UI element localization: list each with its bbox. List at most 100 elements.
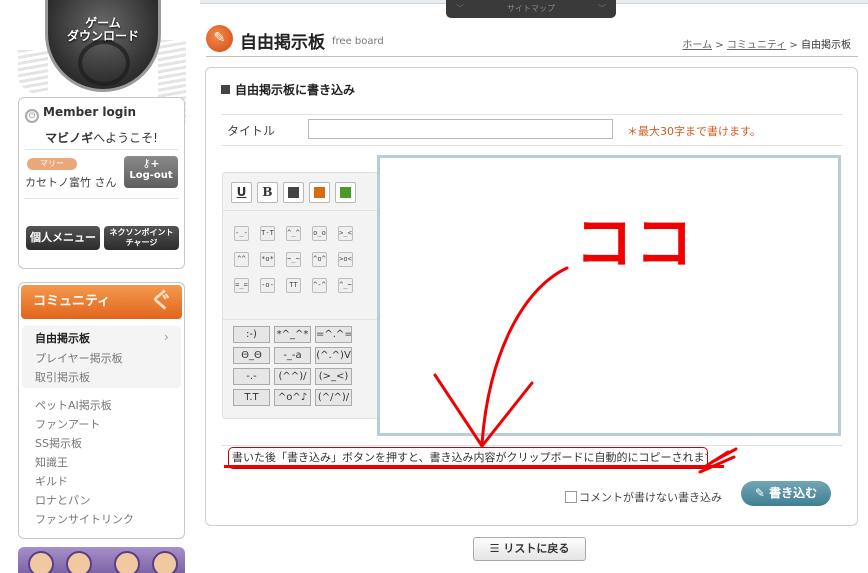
kaomoji-button[interactable]: (>_<) [315,368,352,385]
knot-emblem-icon [78,40,130,86]
nav-knowledge-king[interactable]: 知識王 [35,454,68,470]
kaomoji-button[interactable]: -_-a [274,347,311,364]
divider [221,114,843,115]
title-input[interactable] [308,119,613,139]
community-header[interactable]: コミュニティ ぐ [21,285,182,319]
game-download-button[interactable]: ゲーム ダウンロード [45,0,161,92]
no-comment-label: コメントが書けない書き込み [579,491,722,504]
bold-button[interactable]: B [257,182,278,203]
breadcrumb-current: 自由掲示板 [801,40,851,51]
nav-guild[interactable]: ギルド [35,473,68,489]
game-download-label: ゲーム ダウンロード [66,16,139,43]
community-deco-icon: ぐ [149,289,172,314]
breadcrumb-home[interactable]: ホーム [682,40,712,51]
breadcrumb: ホーム > コミュニティ > 自由掲示板 [682,40,851,51]
emoticon[interactable]: >o< [338,252,353,267]
back-label: リストに戻る [503,542,570,555]
nav-fansite-links[interactable]: ファンサイトリンク [35,511,134,527]
sitemap-tab[interactable]: ﹀ サイトマップ ﹀ [446,0,616,18]
character-avatar [114,551,140,573]
kaomoji-button[interactable]: (^/^)/ [315,389,352,406]
nav-fan-art[interactable]: ファンアート [35,416,100,432]
emoticon[interactable]: TT [286,278,301,293]
kaomoji-button[interactable]: T.T [233,389,270,406]
character-avatar [66,551,92,573]
kaomoji-button[interactable]: -.- [233,368,270,385]
community-header-label: コミュニティ [33,294,111,309]
pencil-icon: ✎ [754,486,770,500]
breadcrumb-community[interactable]: コミュニティ [727,40,786,51]
key-icon: ⚷+ [142,157,160,170]
list-icon: ☰ [489,542,504,555]
color-orange-button[interactable] [309,182,330,203]
submit-button[interactable]: ✎ 書き込む [741,481,831,506]
chevron-right-icon: › [164,330,169,344]
emoticon[interactable]: o_o [312,226,327,241]
emoticon[interactable]: ^_^ [286,226,301,241]
nav-player-board[interactable]: プレイヤー掲示板 [35,350,123,366]
nexon-point-charge-button[interactable]: ネクソンポイント チャージ [104,226,179,250]
checkbox-box[interactable] [565,491,577,503]
login-title-text: Member login [43,105,137,119]
body-editor[interactable]: ココ [377,155,841,436]
kaomoji-button[interactable]: Θ_Θ [233,347,270,364]
editor-toolbar: U B -_- T-T ^_^ o_o >_< ^^ *o* ~_~ ^o^ >… [222,172,380,419]
emoticon[interactable]: =_= [234,278,249,293]
emoticon[interactable]: ^_~ [338,278,353,293]
nav-pet-ai-board[interactable]: ペットAI掲示板 [35,397,112,413]
color-swatch [314,187,325,198]
emoticon-grid: -_- T-T ^_^ o_o >_< ^^ *o* ~_~ ^o^ >o< =… [223,210,379,310]
page-subtitle: free board [332,36,384,47]
kaomoji-button[interactable]: =^.^= [315,326,352,343]
write-panel: 自由掲示板に書き込み タイトル ＊最大30字まで書けます。 U B -_- T-… [205,67,858,526]
divider [25,149,178,150]
kaomoji-grid: :-) *^_^* =^.^= Θ_Θ -_-a (^.^)V -.- (^^)… [223,319,379,406]
back-to-list-button[interactable]: ☰ リストに戻る [473,537,586,561]
login-box: ⏻ Member login マビノギへようこそ! マリー カセトノ富竹 さん ⚷… [18,97,185,269]
color-swatch [340,187,351,198]
red-underline-annotation [224,465,724,468]
kaomoji-button[interactable]: (^^)/ [274,368,311,385]
welcome-rest: へようこそ! [93,131,158,145]
power-icon: ⏻ [25,109,39,123]
color-green-button[interactable] [335,182,356,203]
bullet-square-icon [221,85,230,94]
logout-button[interactable]: ⚷+ Log-out [124,156,178,188]
kaomoji-button[interactable]: *^_^* [274,326,311,343]
welcome-brand: マビノギ [45,131,94,145]
underline-button[interactable]: U [231,182,252,203]
chevron-down-icon: ﹀ [598,4,606,13]
emoticon[interactable]: *o* [260,252,275,267]
color-swatch [288,187,299,198]
character-banner[interactable] [18,547,185,573]
emoticon[interactable]: ^o^ [312,252,327,267]
emoticon[interactable]: ^-^ [312,278,327,293]
title-label: タイトル [227,124,276,138]
kaomoji-button[interactable]: :-) [233,326,270,343]
lace-decoration [18,50,48,94]
community-menu: コミュニティ ぐ 自由掲示板 › プレイヤー掲示板 取引掲示板 ペットAI掲示板… [18,282,185,539]
submit-label: 書き込む [769,486,818,500]
emoticon[interactable]: >_< [338,226,353,241]
emoticon[interactable]: -o- [260,278,275,293]
title-rule [206,56,858,57]
nav-rona-and-pan[interactable]: ロナとパン [35,492,91,508]
emoticon[interactable]: T-T [260,226,275,241]
emoticon[interactable]: ~_~ [286,252,301,267]
nav-ss-board[interactable]: SS掲示板 [35,435,82,451]
kaomoji-button[interactable]: ^o^♪ [274,389,311,406]
emoticon[interactable]: ^^ [234,252,249,267]
no-comment-checkbox[interactable]: コメントが書けない書き込み [565,489,722,505]
character-avatar [28,551,54,573]
emoticon[interactable]: -_- [234,226,249,241]
page-title: 自由掲示板 [240,33,325,53]
kaomoji-button[interactable]: (^.^)V [315,347,352,364]
title-note: ＊最大30字まで書けます。 [627,125,761,138]
form-heading: 自由掲示板に書き込み [221,81,355,98]
nav-trade-board[interactable]: 取引掲示板 [35,369,90,385]
personal-menu-button[interactable]: 個人メニュー [26,226,100,250]
color-dark-button[interactable] [283,182,304,203]
koko-annotation: ココ [575,209,696,277]
sitemap-label: サイトマップ [507,4,555,13]
nav-free-board[interactable]: 自由掲示板 [35,330,90,346]
